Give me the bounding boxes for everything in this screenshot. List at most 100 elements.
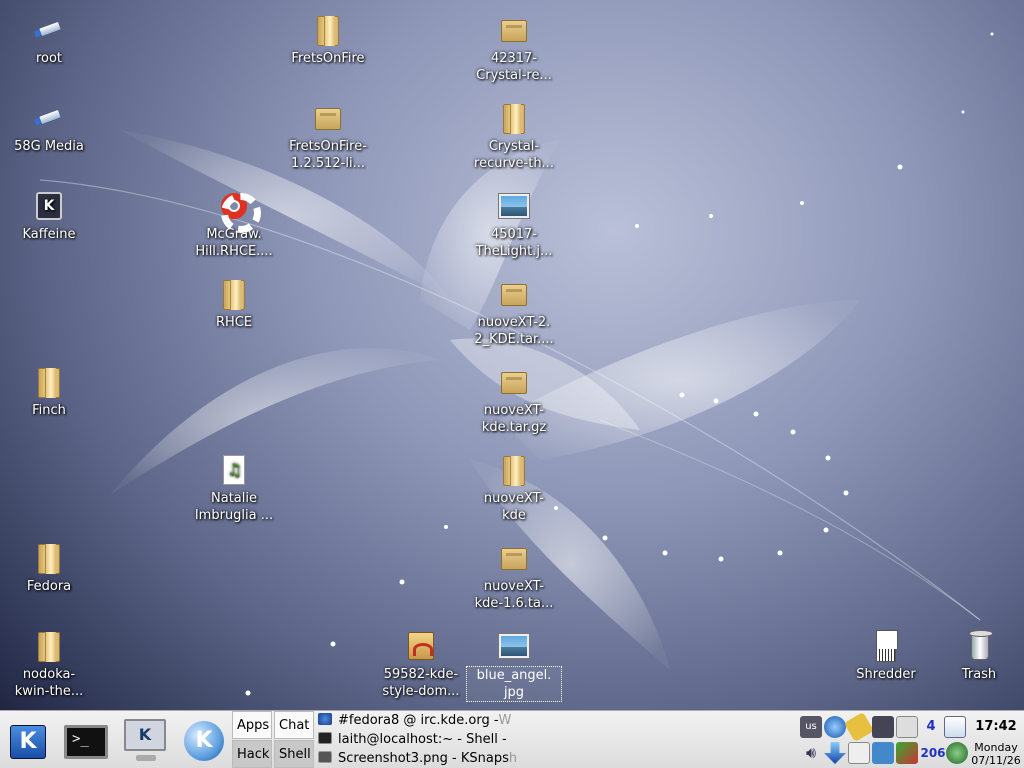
task-ksnapshot[interactable]: Screenshot3.png - KSnapsh xyxy=(318,750,518,768)
desktop-icon-natalie[interactable]: ♫ Natalie Imbruglia ... xyxy=(186,454,282,524)
desktop-icon-nuovext-22-archive[interactable]: nuoveXT-2. 2_KDE.tar.... xyxy=(466,278,562,348)
desktop-icon-label: 58G Media xyxy=(14,139,84,154)
clock-weekday: Monday xyxy=(974,741,1018,754)
speaker-icon[interactable]: 🔊︎ xyxy=(800,742,822,764)
desktop-icon-label: 45017- TheLight.j... xyxy=(475,227,553,259)
desktop-icon-label: 59582-kde- style-dom... xyxy=(382,667,460,699)
desktop-icon-crystal[interactable]: Crystal- recurve-th... xyxy=(466,102,562,172)
k-menu-button[interactable]: K xyxy=(2,715,50,763)
desktop-icon-root[interactable]: root xyxy=(1,14,97,67)
workspace-number-indicator[interactable]: 4 xyxy=(920,716,942,738)
lifebuoy-icon xyxy=(218,190,261,233)
desktop-icon-label: blue_angel. jpg xyxy=(466,666,562,702)
system-tray: us 4 🔊︎ 206 xyxy=(798,711,968,767)
pager-desktop-hack[interactable]: Hack xyxy=(232,740,272,768)
task-title-overflow: h xyxy=(508,751,518,766)
usb-drive-icon xyxy=(33,102,65,134)
desktop-icon-label: nuoveXT- kde xyxy=(483,491,545,523)
desktop-icon-mcgraw-hill[interactable]: McGraw. Hill.RHCE.... xyxy=(186,190,282,260)
pager-desktop-shell[interactable]: Shell xyxy=(274,740,314,768)
konsole-launcher[interactable]: K xyxy=(120,715,168,763)
desktop-icon-label: Crystal- recurve-th... xyxy=(474,139,554,171)
updates-icon[interactable] xyxy=(896,742,918,764)
irc-icon xyxy=(318,713,332,725)
desktop-icon-fretsonfire[interactable]: FretsOnFire xyxy=(280,14,376,67)
task-irc[interactable]: #fedora8 @ irc.kde.org - W xyxy=(318,712,518,730)
desktop-icon-label: root xyxy=(35,51,63,66)
task-title: Screenshot3.png - KSnaps xyxy=(338,751,509,766)
taskbar: K >_ K K Apps Chat Hack Shell #fedora8 @… xyxy=(0,710,1024,768)
task-shell[interactable]: laith@localhost:~ - Shell - xyxy=(318,731,518,749)
archive-icon xyxy=(498,366,530,398)
archive-icon xyxy=(498,278,530,310)
folder-icon xyxy=(498,454,530,486)
desktop-icon-label: 42317- Crystal-re... xyxy=(476,51,552,83)
ksnapshot-icon xyxy=(318,751,332,763)
folder-icon xyxy=(33,366,65,398)
task-title-overflow: W xyxy=(498,713,512,728)
desktop-icon-label: Finch xyxy=(32,403,66,418)
desktop-icon-label: nuoveXT-2. 2_KDE.tar.... xyxy=(474,315,554,347)
pager-desktop-apps[interactable]: Apps xyxy=(232,711,272,739)
clock-time: 17:42 xyxy=(975,719,1017,734)
desktop-icon-58g-media[interactable]: 58G Media xyxy=(1,102,97,155)
archive-icon xyxy=(312,102,344,134)
desktop-icon-label: Kaffeine xyxy=(22,227,76,242)
folder-icon xyxy=(33,542,65,574)
desktop-icon-finch[interactable]: Finch xyxy=(1,366,97,419)
clock-date: 07/11/26 xyxy=(971,754,1021,767)
archive-icon xyxy=(498,14,530,46)
counter-indicator[interactable]: 206 xyxy=(920,742,946,764)
trash-icon xyxy=(963,630,995,662)
desktop-icon-label: nodoka- kwin-the... xyxy=(14,667,84,699)
network-icon[interactable] xyxy=(872,742,894,764)
desktop-icon-kde-style[interactable]: 59582-kde- style-dom... xyxy=(373,630,469,700)
desktop-icon-nodoka[interactable]: nodoka- kwin-the... xyxy=(1,630,97,700)
desktop-icon-nuovext-16-archive[interactable]: nuoveXT- kde-1.6.ta... xyxy=(466,542,562,612)
desktop-icon-kaffeine[interactable]: K Kaffeine xyxy=(1,190,97,243)
desktop-icon-fedora[interactable]: Fedora xyxy=(1,542,97,595)
audio-file-icon: ♫ xyxy=(218,454,250,486)
desktop-icon-label: Natalie Imbruglia ... xyxy=(194,491,274,523)
pager-desktop-chat[interactable]: Chat xyxy=(274,711,314,739)
desktop-icon-label: Fedora xyxy=(26,579,72,594)
desktop-icon-nuovext-kde[interactable]: nuoveXT- kde xyxy=(466,454,562,524)
key-icon[interactable] xyxy=(843,711,875,743)
desktop-icon-label: Trash xyxy=(961,667,997,682)
desktop-icon-blue-angel[interactable]: blue_angel. jpg xyxy=(466,630,562,702)
shell-icon xyxy=(318,732,332,744)
konqueror-launcher[interactable]: K xyxy=(178,715,226,763)
desktop-icon-fretsonfire-archive[interactable]: FretsOnFire- 1.2.512-li... xyxy=(280,102,376,172)
monitor-icon: K xyxy=(124,719,166,761)
desktop-icon-shredder[interactable]: Shredder xyxy=(838,630,934,683)
folder-icon xyxy=(33,630,65,662)
task-title: laith@localhost:~ - Shell - xyxy=(338,732,507,747)
task-title: #fedora8 @ irc.kde.org - xyxy=(338,713,499,728)
task-list: #fedora8 @ irc.kde.org - W laith@localho… xyxy=(316,711,518,768)
desktop-icon-label: FretsOnFire xyxy=(291,51,365,66)
desktop-icon-rhce[interactable]: RHCE xyxy=(186,278,282,331)
calendar-icon[interactable] xyxy=(944,716,966,738)
download-arrow-icon[interactable] xyxy=(824,742,846,764)
desktop-icon-nuovext-kde-tgz[interactable]: nuoveXT- kde.tar.gz xyxy=(466,366,562,436)
usb-drive-icon xyxy=(33,14,65,46)
archive-icon xyxy=(498,542,530,574)
k-menu-icon: K xyxy=(10,725,46,759)
printer-icon[interactable] xyxy=(872,716,894,738)
desktop-pager: Apps Chat Hack Shell xyxy=(232,711,314,768)
keyboard-layout-indicator[interactable]: us xyxy=(800,716,822,738)
terminal-launcher[interactable]: >_ xyxy=(60,715,108,763)
desktop-icon-label: nuoveXT- kde-1.6.ta... xyxy=(474,579,554,611)
mouse-icon[interactable] xyxy=(896,716,918,738)
desktop-icon-label: RHCE xyxy=(215,315,253,330)
desktop-icon-label: FretsOnFire- 1.2.512-li... xyxy=(289,139,367,171)
globe-status-icon[interactable] xyxy=(946,742,968,764)
network-globe-icon[interactable] xyxy=(824,716,846,738)
desktop-icon-label: nuoveXT- kde.tar.gz xyxy=(481,403,547,435)
clipboard-icon[interactable] xyxy=(848,742,870,764)
desktop-icon-thelight[interactable]: 45017- TheLight.j... xyxy=(466,190,562,260)
clock[interactable]: 17:42 Monday 07/11/26 xyxy=(968,711,1024,768)
image-file-icon xyxy=(498,630,530,662)
desktop-icon-trash[interactable]: Trash xyxy=(931,630,1024,683)
desktop-icon-crystal-archive[interactable]: 42317- Crystal-re... xyxy=(466,14,562,84)
